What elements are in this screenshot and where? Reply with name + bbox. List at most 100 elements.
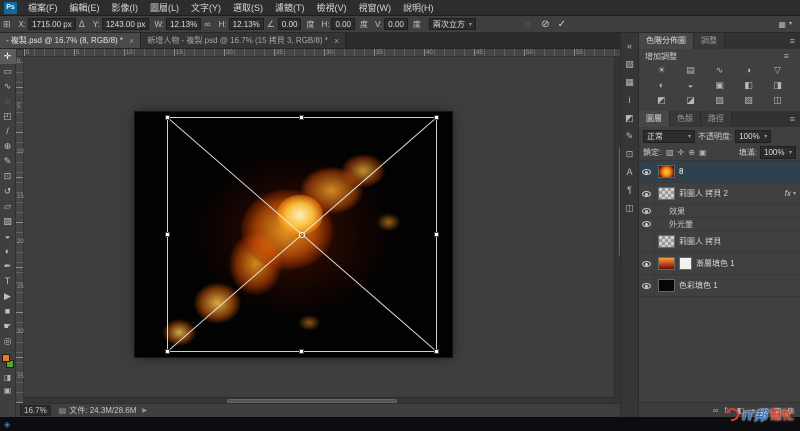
layer-row-3[interactable]: 效果	[639, 205, 800, 218]
adjustment-icon-10[interactable]: ◨	[763, 79, 792, 92]
blend-mode-select[interactable]: 正常 ▾	[643, 129, 695, 143]
cancel-transform-button[interactable]: ⊘	[541, 19, 549, 30]
paragraph-panel-icon[interactable]: ¶	[620, 181, 639, 199]
menu-help[interactable]: 說明(H)	[397, 0, 440, 16]
link-layers-icon[interactable]: ∞	[713, 403, 719, 418]
menu-type[interactable]: 文字(Y)	[185, 0, 227, 16]
brush-panel-icon[interactable]: ✎	[620, 127, 639, 145]
adjustment-icon-14[interactable]: ▧	[734, 94, 763, 107]
transform-bounding-box[interactable]	[165, 115, 439, 354]
panel-tab-channels[interactable]: 色版	[670, 111, 701, 127]
screen-mode-icon[interactable]: ▣	[0, 384, 16, 397]
type-tool[interactable]: T	[0, 274, 16, 289]
adjustment-icon-12[interactable]: ◪	[676, 94, 705, 107]
character-panel-icon[interactable]: A	[620, 163, 639, 181]
adjustment-icon-2[interactable]: ▤	[676, 64, 705, 77]
layer-thumbnail[interactable]	[658, 279, 675, 292]
adjustment-icon-5[interactable]: ▽	[763, 64, 792, 77]
layer-thumbnail[interactable]	[658, 165, 675, 178]
layer-row-1[interactable]: 8	[639, 161, 800, 183]
healing-brush-tool[interactable]: ⊕	[0, 139, 16, 154]
adjustment-icon-13[interactable]: ▨	[705, 94, 734, 107]
skew-h-field[interactable]: 0.00	[331, 18, 356, 30]
eraser-tool[interactable]: ▱	[0, 199, 16, 214]
adjustment-icon-8[interactable]: ▣	[705, 79, 734, 92]
lock-transparency-icon[interactable]: ▨	[664, 148, 675, 157]
history-brush-tool[interactable]: ↺	[0, 184, 16, 199]
reference-point-icon[interactable]: ⊞	[3, 19, 11, 30]
close-tab-icon[interactable]: ×	[129, 36, 134, 46]
menu-edit[interactable]: 編輯(E)	[64, 0, 106, 16]
zoom-level-field[interactable]: 16.7%	[20, 405, 51, 416]
menu-image[interactable]: 影像(I)	[106, 0, 145, 16]
layer-row-7[interactable]: 色彩填色 1	[639, 275, 800, 297]
pen-tool[interactable]: ✒	[0, 259, 16, 274]
brush-tool[interactable]: ✎	[0, 154, 16, 169]
menu-file[interactable]: 檔案(F)	[22, 0, 64, 16]
swatches-panel-icon[interactable]: ▦	[620, 73, 639, 91]
relative-positioning-icon[interactable]: Δ	[79, 19, 85, 29]
layer-mask-thumbnail[interactable]	[679, 257, 692, 270]
layer-row-5[interactable]: 莉圖人 拷貝	[639, 231, 800, 253]
menu-layer[interactable]: 圖層(L)	[144, 0, 185, 16]
shape-tool[interactable]: ■	[0, 304, 16, 319]
panel-tab-adjustments[interactable]: 調整	[694, 33, 725, 49]
move-tool[interactable]: ✛	[0, 49, 16, 64]
layer-visibility-toggle[interactable]	[639, 183, 655, 204]
warp-mode-icon[interactable]: ◌	[525, 19, 530, 29]
transform-handle[interactable]	[299, 349, 304, 354]
info-panel-icon[interactable]: i	[620, 91, 639, 109]
adjustment-icon-9[interactable]: ◧	[734, 79, 763, 92]
layer-visibility-toggle[interactable]	[639, 218, 655, 230]
layer-visibility-toggle[interactable]	[639, 161, 655, 182]
vertical-ruler[interactable]: 0 5 10 15 20 25 30 35	[16, 57, 24, 403]
panel-menu-icon[interactable]: ≡	[790, 36, 795, 46]
menu-select[interactable]: 選取(S)	[227, 0, 269, 16]
adjustment-icon-11[interactable]: ◩	[647, 94, 676, 107]
lock-all-icon[interactable]: ▣	[697, 148, 708, 157]
transform-handle[interactable]	[299, 115, 304, 120]
layer-row-4[interactable]: 外光暈	[639, 218, 800, 231]
foreground-color-swatch[interactable]	[1, 354, 10, 362]
crop-tool[interactable]: ◰	[0, 109, 16, 124]
clone-source-panel-icon[interactable]: ⊡	[620, 145, 639, 163]
height-field[interactable]: 12.13%	[228, 18, 264, 30]
quick-mask-icon[interactable]: ◨	[0, 371, 16, 384]
interpolation-select[interactable]: 兩次立方 ▾	[428, 18, 476, 30]
panel-menu-icon[interactable]: ≡	[790, 114, 795, 124]
transform-handle[interactable]	[434, 231, 439, 237]
layer-visibility-toggle[interactable]	[639, 275, 655, 296]
adjustment-icon-15[interactable]: ◫	[763, 94, 792, 107]
lasso-tool[interactable]: ∿	[0, 79, 16, 94]
panel-menu-icon[interactable]: ≡	[784, 51, 789, 61]
layer-fx-badge[interactable]: fx	[785, 189, 791, 198]
layer-visibility-toggle[interactable]	[639, 205, 655, 217]
angle-field[interactable]: 0.00	[277, 18, 302, 30]
panel-tab-paths[interactable]: 路徑	[701, 111, 732, 127]
transform-handle[interactable]	[165, 115, 170, 120]
opacity-field[interactable]: 100% ▾	[735, 129, 772, 143]
path-selection-tool[interactable]: ▶	[0, 289, 16, 304]
timeline-panel-icon[interactable]: ◫	[620, 199, 639, 217]
width-field[interactable]: 12.13%	[166, 18, 202, 30]
horizontal-ruler[interactable]: 0 5 10 15 20 25 30 35 40 45 50 55	[24, 49, 620, 57]
fill-field[interactable]: 100% ▾	[760, 146, 796, 159]
clone-stamp-tool[interactable]: ⊡	[0, 169, 16, 184]
commit-transform-button[interactable]: ✓	[558, 19, 566, 30]
layer-thumbnail[interactable]	[658, 187, 675, 200]
styles-panel-icon[interactable]: ◩	[620, 109, 639, 127]
menu-window[interactable]: 視窗(W)	[353, 0, 398, 16]
y-position-field[interactable]: 1243.00 px	[101, 18, 150, 30]
layer-visibility-toggle[interactable]	[639, 253, 655, 274]
adjustment-icon-3[interactable]: ∿	[705, 64, 734, 77]
transform-handle[interactable]	[165, 349, 170, 354]
canvas-pasteboard[interactable]	[24, 57, 620, 403]
taskbar-icon[interactable]: ◈	[4, 420, 10, 429]
layer-visibility-toggle[interactable]	[639, 231, 655, 252]
transform-handle[interactable]	[434, 115, 439, 120]
x-position-field[interactable]: 1715.00 px	[28, 18, 76, 30]
chevron-down-icon[interactable]: ▾	[793, 190, 796, 197]
layer-row-2[interactable]: 莉圖人 拷貝 2 fx ▾	[639, 183, 800, 205]
link-dimensions-icon[interactable]: ∞	[204, 19, 210, 29]
transform-handle[interactable]	[434, 349, 439, 354]
